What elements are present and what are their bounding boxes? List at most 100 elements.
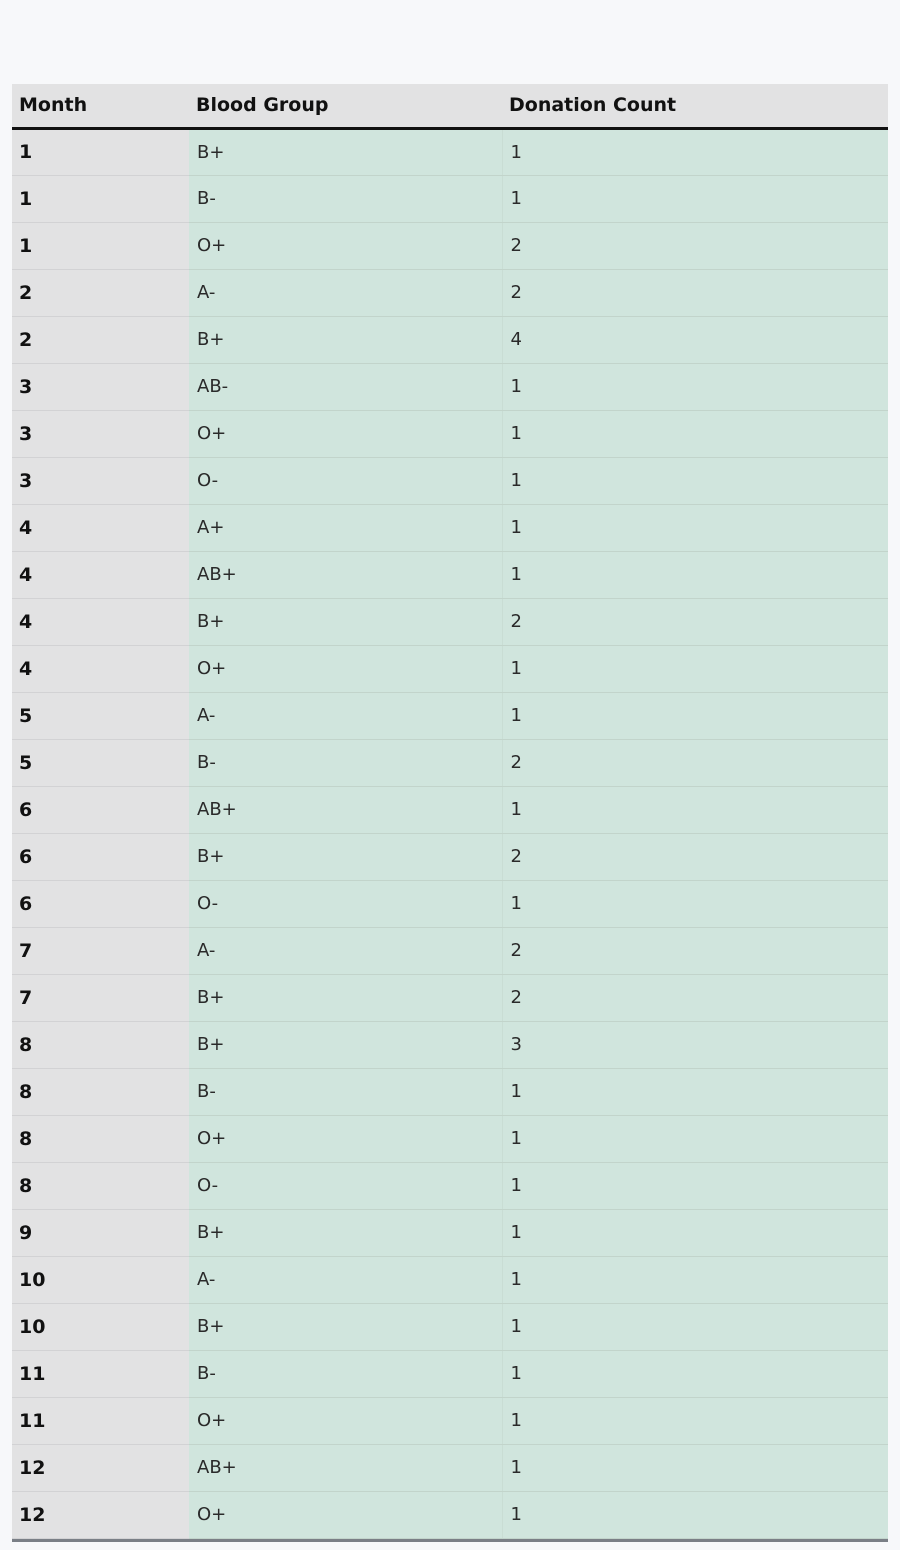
cell-blood-group: AB+	[189, 1444, 502, 1492]
table-row[interactable]: 7 B+ 2	[12, 974, 888, 1022]
cell-blood-group: O-	[189, 880, 502, 928]
cell-blood-group: B-	[189, 1068, 502, 1116]
table-row[interactable]: 6 O- 1	[12, 880, 888, 928]
table-header: Month Blood Group Donation Count	[12, 84, 888, 130]
cell-month: 4	[12, 645, 189, 693]
table-row[interactable]: 7 A- 2	[12, 927, 888, 975]
table-row[interactable]: 10 A- 1	[12, 1256, 888, 1304]
cell-month: 8	[12, 1021, 189, 1069]
cell-donation-count: 1	[501, 880, 888, 928]
cell-month: 12	[12, 1444, 189, 1492]
cell-donation-count: 1	[501, 457, 888, 505]
column-header-month[interactable]: Month	[12, 84, 189, 130]
cell-blood-group: AB+	[189, 786, 502, 834]
cell-blood-group: B-	[189, 739, 502, 787]
table-row[interactable]: 3 O+ 1	[12, 410, 888, 458]
table-row[interactable]: 1 B+ 1	[12, 128, 888, 176]
data-table-container: Month Blood Group Donation Count 1 B+ 1 1 B-…	[12, 84, 888, 1542]
cell-donation-count: 2	[501, 833, 888, 881]
table-row[interactable]: 9 B+ 1	[12, 1209, 888, 1257]
cell-month: 2	[12, 269, 189, 317]
cell-month: 8	[12, 1162, 189, 1210]
column-header-blood-group[interactable]: Blood Group	[189, 84, 502, 130]
table-row[interactable]: 10 B+ 1	[12, 1303, 888, 1351]
cell-month: 10	[12, 1303, 189, 1351]
cell-blood-group: O+	[189, 410, 502, 458]
cell-donation-count: 1	[501, 504, 888, 552]
table-row[interactable]: 8 B+ 3	[12, 1021, 888, 1069]
table-row[interactable]: 3 AB- 1	[12, 363, 888, 411]
table-row[interactable]: 8 B- 1	[12, 1068, 888, 1116]
table-row[interactable]: 1 B- 1	[12, 175, 888, 223]
cell-blood-group: B-	[189, 175, 502, 223]
cell-donation-count: 1	[501, 1209, 888, 1257]
cell-blood-group: O+	[189, 645, 502, 693]
table-row[interactable]: 4 O+ 1	[12, 645, 888, 693]
cell-month: 10	[12, 1256, 189, 1304]
cell-month: 3	[12, 410, 189, 458]
table-row[interactable]: 4 A+ 1	[12, 504, 888, 552]
table-row[interactable]: 3 O- 1	[12, 457, 888, 505]
cell-month: 1	[12, 222, 189, 270]
cell-donation-count: 1	[501, 175, 888, 223]
header-row: Month Blood Group Donation Count	[12, 84, 888, 130]
table-row[interactable]: 4 AB+ 1	[12, 551, 888, 599]
cell-donation-count: 1	[501, 1068, 888, 1116]
cell-month: 3	[12, 363, 189, 411]
cell-blood-group: A-	[189, 1256, 502, 1304]
table-row[interactable]: 12 AB+ 1	[12, 1444, 888, 1492]
cell-blood-group: A-	[189, 927, 502, 975]
cell-blood-group: B+	[189, 316, 502, 364]
cell-blood-group: B+	[189, 833, 502, 881]
cell-blood-group: AB-	[189, 363, 502, 411]
cell-month: 5	[12, 739, 189, 787]
cell-month: 5	[12, 692, 189, 740]
cell-blood-group: O-	[189, 457, 502, 505]
cell-month: 12	[12, 1491, 189, 1539]
cell-blood-group: O+	[189, 222, 502, 270]
cell-blood-group: A+	[189, 504, 502, 552]
cell-blood-group: O+	[189, 1491, 502, 1539]
cell-month: 11	[12, 1350, 189, 1398]
table-bottom-border	[12, 1538, 888, 1542]
table-row[interactable]: 2 A- 2	[12, 269, 888, 317]
table-row[interactable]: 8 O- 1	[12, 1162, 888, 1210]
table-row[interactable]: 4 B+ 2	[12, 598, 888, 646]
cell-donation-count: 3	[501, 1021, 888, 1069]
table-row[interactable]: 2 B+ 4	[12, 316, 888, 364]
cell-donation-count: 1	[501, 645, 888, 693]
cell-donation-count: 2	[501, 222, 888, 270]
cell-donation-count: 2	[501, 739, 888, 787]
cell-month: 6	[12, 786, 189, 834]
cell-month: 2	[12, 316, 189, 364]
cell-donation-count: 1	[501, 786, 888, 834]
cell-donation-count: 1	[501, 410, 888, 458]
cell-blood-group: O+	[189, 1397, 502, 1445]
cell-donation-count: 2	[501, 269, 888, 317]
table-row[interactable]: 11 O+ 1	[12, 1397, 888, 1445]
table-row[interactable]: 5 B- 2	[12, 739, 888, 787]
table-row[interactable]: 1 O+ 2	[12, 222, 888, 270]
table-row[interactable]: 6 B+ 2	[12, 833, 888, 881]
cell-month: 4	[12, 598, 189, 646]
cell-donation-count: 1	[501, 1397, 888, 1445]
cell-month: 11	[12, 1397, 189, 1445]
cell-donation-count: 2	[501, 974, 888, 1022]
table-row[interactable]: 5 A- 1	[12, 692, 888, 740]
cell-blood-group: B+	[189, 598, 502, 646]
table-row[interactable]: 11 B- 1	[12, 1350, 888, 1398]
cell-blood-group: B+	[189, 974, 502, 1022]
table-row[interactable]: 8 O+ 1	[12, 1115, 888, 1163]
cell-month: 8	[12, 1068, 189, 1116]
column-header-donation-count[interactable]: Donation Count	[502, 84, 888, 130]
cell-month: 4	[12, 551, 189, 599]
cell-donation-count: 1	[501, 1162, 888, 1210]
cell-donation-count: 1	[501, 1303, 888, 1351]
cell-donation-count: 1	[501, 1491, 888, 1539]
cell-month: 6	[12, 880, 189, 928]
cell-blood-group: B-	[189, 1350, 502, 1398]
cell-donation-count: 1	[501, 1350, 888, 1398]
table-row[interactable]: 6 AB+ 1	[12, 786, 888, 834]
table-row[interactable]: 12 O+ 1	[12, 1491, 888, 1539]
cell-month: 7	[12, 927, 189, 975]
